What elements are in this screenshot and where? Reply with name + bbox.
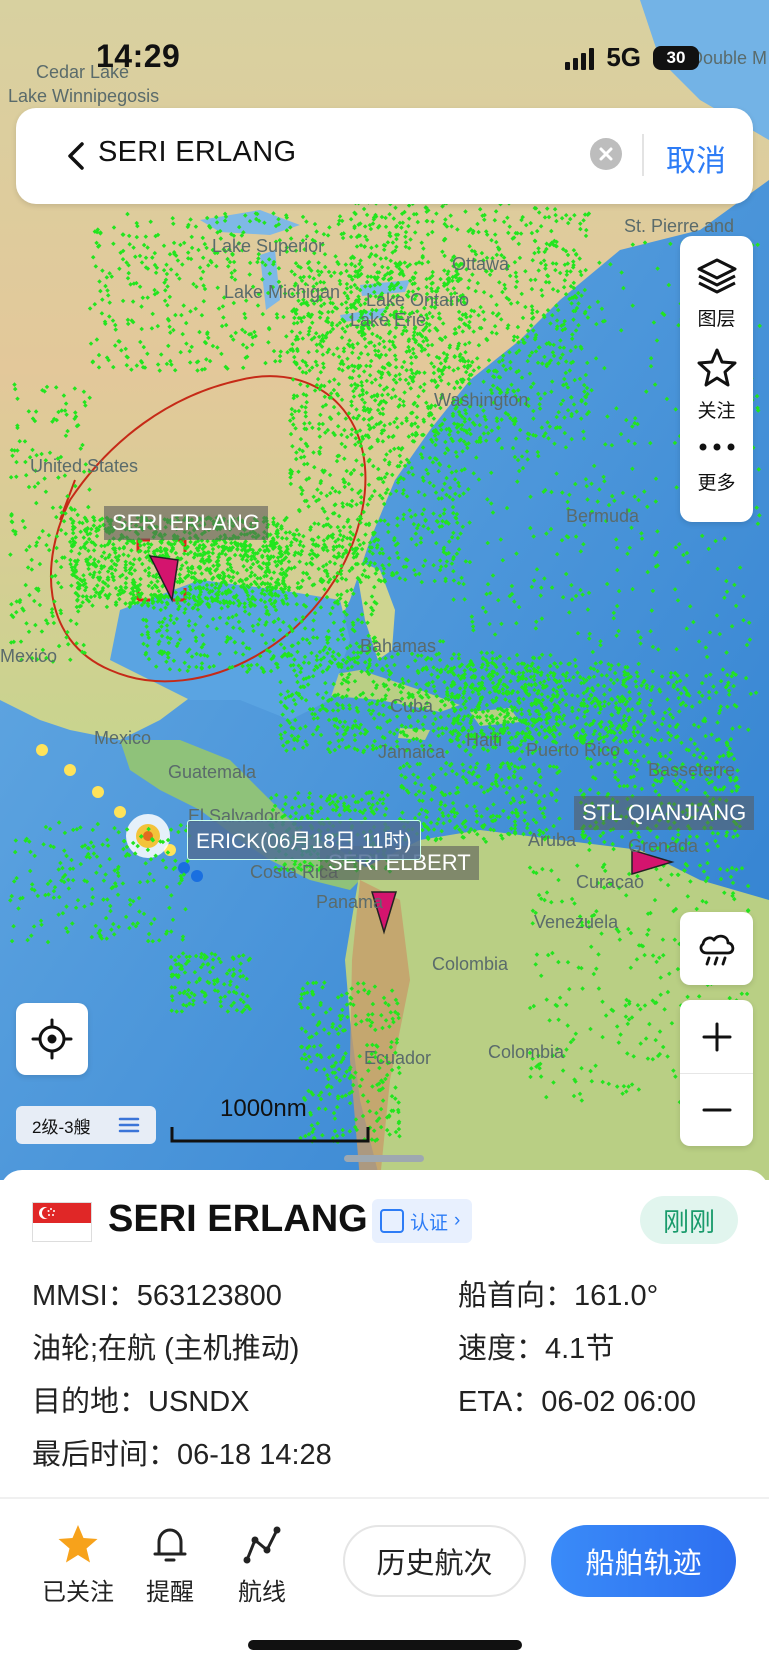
star-outline-icon — [697, 348, 736, 387]
remind-button[interactable]: 提醒 — [130, 1522, 210, 1607]
more-button[interactable]: 更多 — [680, 432, 753, 495]
map-label: Bahamas — [360, 636, 437, 656]
route-icon — [243, 1526, 281, 1564]
vessel-type-text: 油轮;在航 (主机推动) — [32, 1333, 300, 1365]
map-label: Lake Michigan — [224, 282, 341, 302]
map-label: Lake Erie — [350, 310, 427, 330]
map-label: Mexico — [0, 646, 58, 666]
followed-label: 已关注 — [42, 1579, 114, 1606]
divider — [642, 134, 644, 176]
map-label: Basseterre — [648, 760, 736, 780]
layers-label: 图层 — [697, 309, 736, 330]
map-label: Aruba — [528, 830, 577, 850]
speed-text: 速度：4.1节 — [458, 1333, 615, 1365]
last-time-text: 最后时间：06-18 14:28 — [32, 1439, 332, 1471]
map-label: Colombia — [488, 1042, 565, 1062]
destination-text: 目的地：USNDX — [32, 1386, 250, 1418]
map-label: Venezuela — [534, 912, 619, 932]
map-label: Puerto Rico — [526, 740, 621, 760]
ship-label-seri-erlang[interactable]: SERI ERLANG — [104, 506, 268, 540]
map-label: Curacao — [576, 872, 645, 892]
star-filled-icon — [58, 1525, 98, 1563]
map-label: Jamaica — [378, 742, 446, 762]
level-label: 2级-3艘 — [32, 1117, 91, 1137]
remind-label: 提醒 — [146, 1579, 194, 1606]
ship-label-stl-qianjiang[interactable]: STL QIANJIANG — [574, 796, 755, 830]
layers-icon — [697, 258, 736, 294]
zoom-control — [680, 1000, 753, 1146]
map-label: Ecuador — [364, 1048, 432, 1068]
verify-label: 认证 — [410, 1212, 449, 1234]
weather-button[interactable] — [680, 912, 753, 985]
map-tools-panel: 图层 关注 更多 — [680, 236, 753, 522]
zoom-divider — [680, 1073, 753, 1074]
more-dots-icon — [699, 443, 734, 451]
vessel-name: SERI ERLANG — [108, 1198, 368, 1240]
map-label: Cuba — [390, 696, 434, 716]
heading-text: 船首向：161.0° — [458, 1280, 659, 1312]
map-label: Colombia — [432, 954, 509, 974]
route-label: 航线 — [238, 1579, 286, 1606]
map-label: Grenada — [628, 836, 699, 856]
map-label: Lake Superior — [212, 236, 325, 256]
map-label: Mexico — [94, 728, 152, 748]
verify-badge[interactable]: 认证 › — [372, 1199, 472, 1243]
followed-button[interactable]: 已关注 — [38, 1522, 118, 1607]
ship-level-filter[interactable]: 2级-3艘 — [16, 1106, 156, 1144]
map-label: Guatemala — [168, 762, 257, 782]
ship-marker-seri-erlang[interactable] — [148, 555, 179, 603]
updated-badge: 刚刚 — [640, 1196, 738, 1244]
locate-button[interactable] — [16, 1003, 88, 1075]
battery-level: 30 — [666, 47, 686, 67]
map-label: Bermuda — [566, 506, 640, 526]
scale-line — [170, 1127, 370, 1143]
route-button[interactable]: 航线 — [222, 1522, 302, 1607]
verified-check-icon — [380, 1209, 404, 1233]
signal-icon — [565, 46, 595, 70]
network-type: 5G — [606, 42, 641, 72]
map-label: Haiti — [466, 730, 503, 750]
home-indicator[interactable] — [248, 1640, 522, 1650]
battery-icon: 30 — [653, 45, 699, 70]
map-label: Ottawa — [452, 254, 510, 274]
locate-crosshair-icon — [31, 1018, 73, 1060]
panel-divider — [0, 1497, 769, 1499]
zoom-out-icon[interactable] — [700, 1093, 734, 1127]
panel-drag-handle[interactable] — [344, 1155, 424, 1162]
bell-icon — [153, 1528, 187, 1562]
storm-label[interactable]: ERICK(06月18日 11时) — [187, 820, 421, 860]
search-bar: SERI ERLANG 取消 — [16, 108, 753, 204]
scale-label: 1000nm — [220, 1095, 307, 1122]
back-arrow-icon[interactable] — [58, 138, 94, 174]
map-label: Panama — [316, 892, 384, 912]
scale-bar: 1000nm — [170, 1095, 370, 1145]
layers-button[interactable]: 图层 — [680, 254, 753, 331]
map-label: Lake Ontario — [366, 290, 470, 310]
cancel-button[interactable]: 取消 — [666, 136, 726, 180]
follow-button[interactable]: 关注 — [680, 346, 753, 423]
clear-icon[interactable] — [590, 138, 622, 170]
follow-label: 关注 — [697, 401, 736, 422]
zoom-in-icon[interactable] — [700, 1020, 734, 1054]
search-input[interactable]: SERI ERLANG — [98, 136, 296, 169]
history-voyage-button[interactable]: 历史航次 — [343, 1525, 526, 1597]
more-label: 更多 — [697, 473, 736, 494]
rain-cloud-icon — [699, 934, 734, 965]
map-label: United States — [30, 456, 139, 476]
list-icon — [118, 1117, 140, 1133]
map-label: St. Pierre and — [624, 216, 735, 236]
status-time: 14:29 — [96, 38, 181, 74]
map-label: Lake Winnipegosis — [8, 86, 160, 106]
status-bar: 14:29 5G 30 — [0, 38, 769, 78]
mmsi-text: MMSI：563123800 — [32, 1280, 282, 1312]
chevron-right-icon: › — [454, 1210, 461, 1231]
eta-text: ETA：06-02 06:00 — [458, 1386, 697, 1418]
map-label: Washington — [434, 390, 529, 410]
flag-icon — [32, 1202, 92, 1242]
ship-track-button[interactable]: 船舶轨迹 — [551, 1525, 736, 1597]
